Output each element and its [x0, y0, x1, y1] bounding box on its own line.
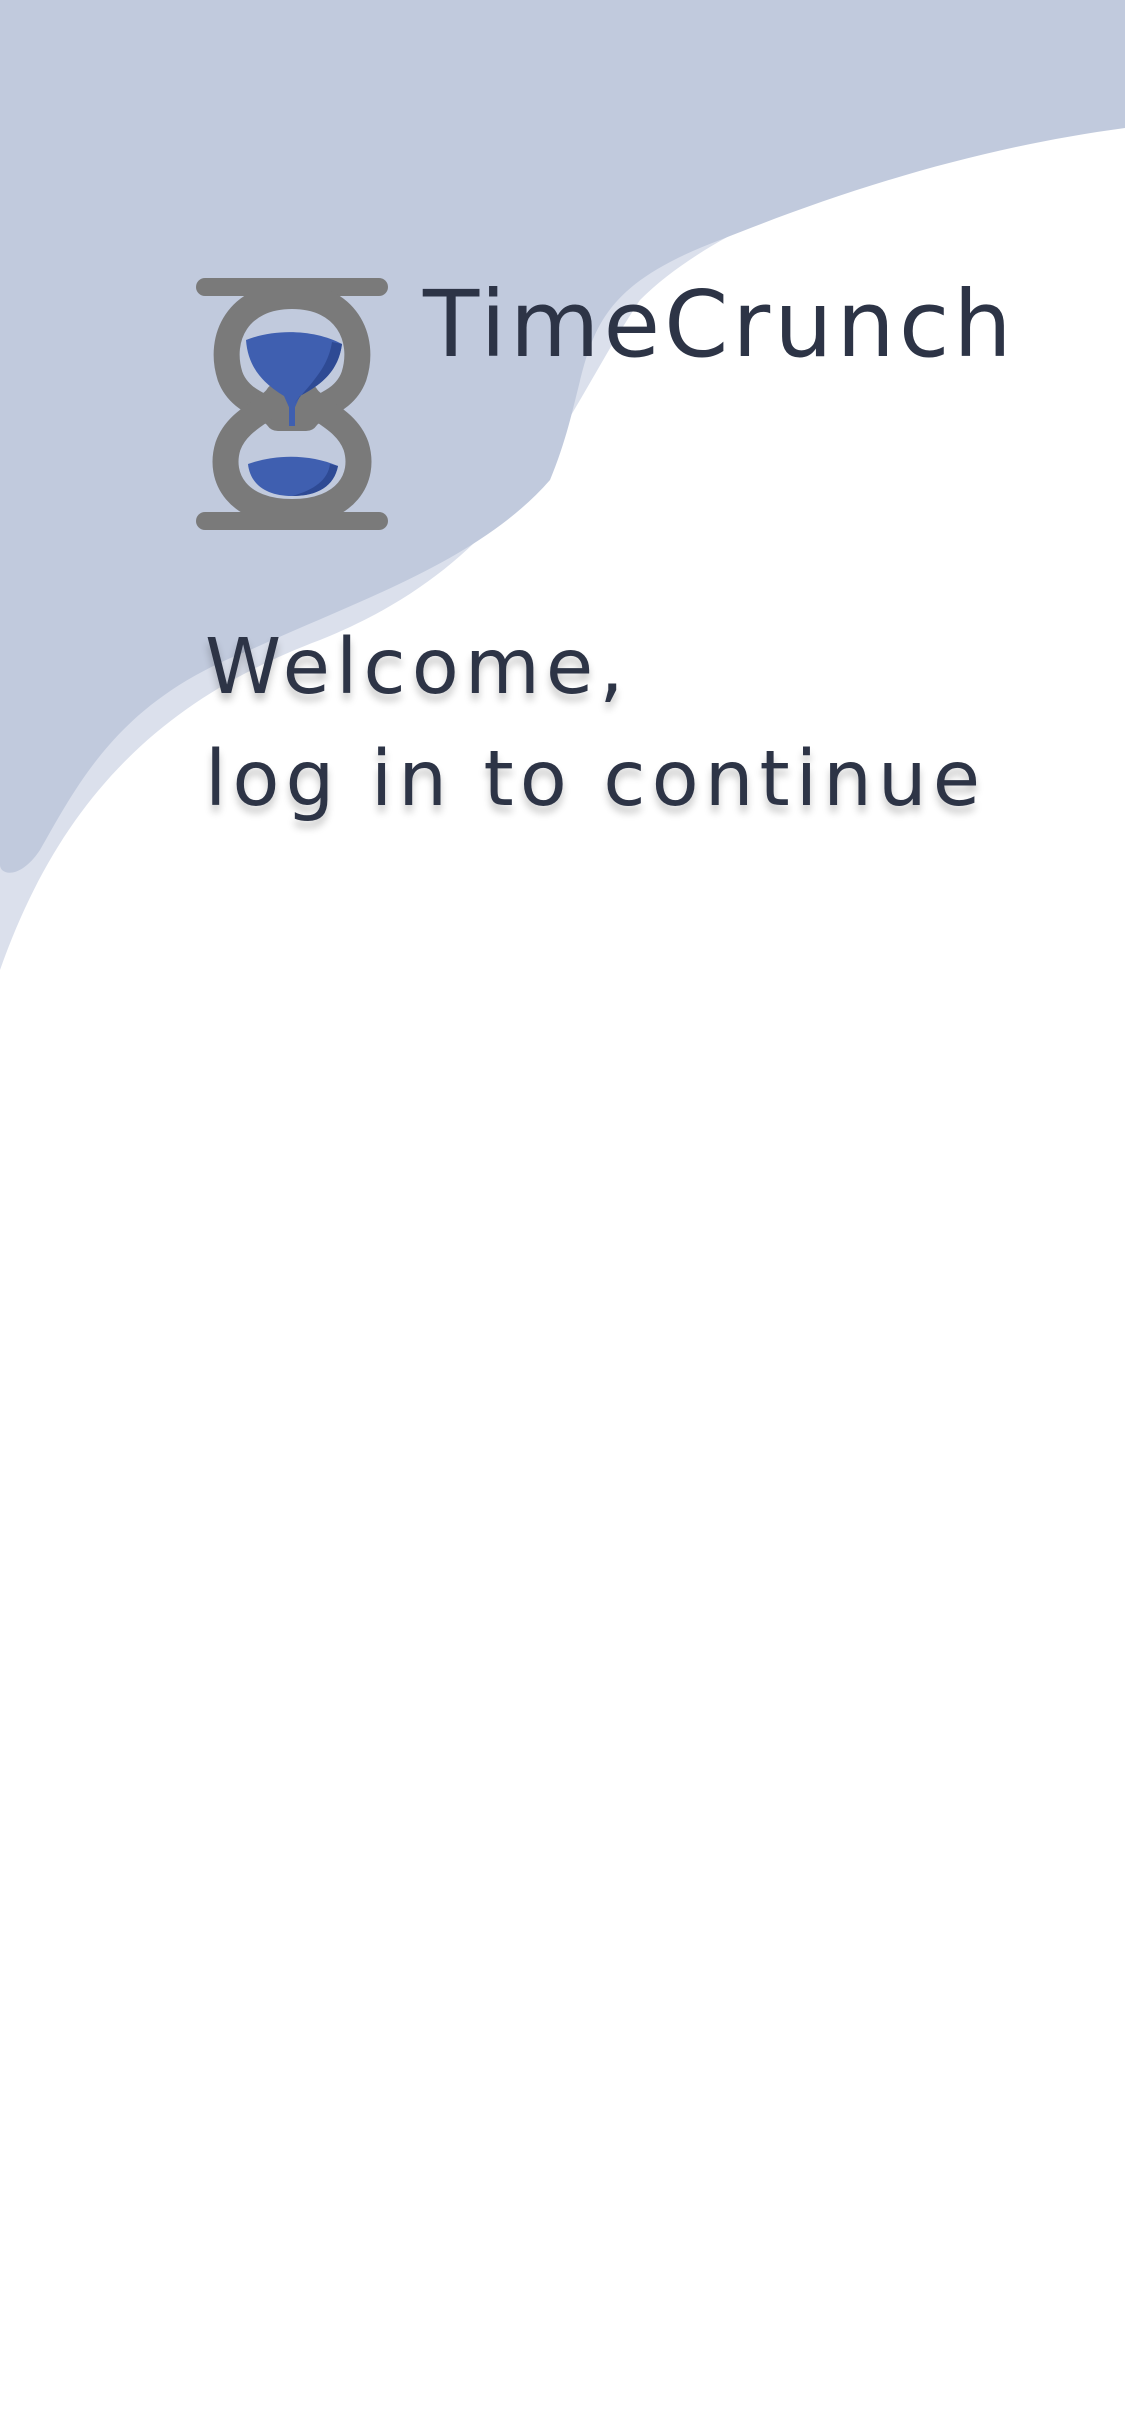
welcome-line-2: log in to continue	[205, 735, 987, 824]
welcome-heading: Welcome, log in to continue	[205, 612, 986, 836]
app-title: TimeCrunch	[423, 271, 1016, 378]
welcome-line-1: Welcome,	[205, 623, 630, 712]
login-screen: TimeCrunch Welcome, log in to continue	[0, 0, 1125, 2436]
hourglass-icon	[196, 278, 388, 530]
background-wave	[0, 0, 1125, 970]
